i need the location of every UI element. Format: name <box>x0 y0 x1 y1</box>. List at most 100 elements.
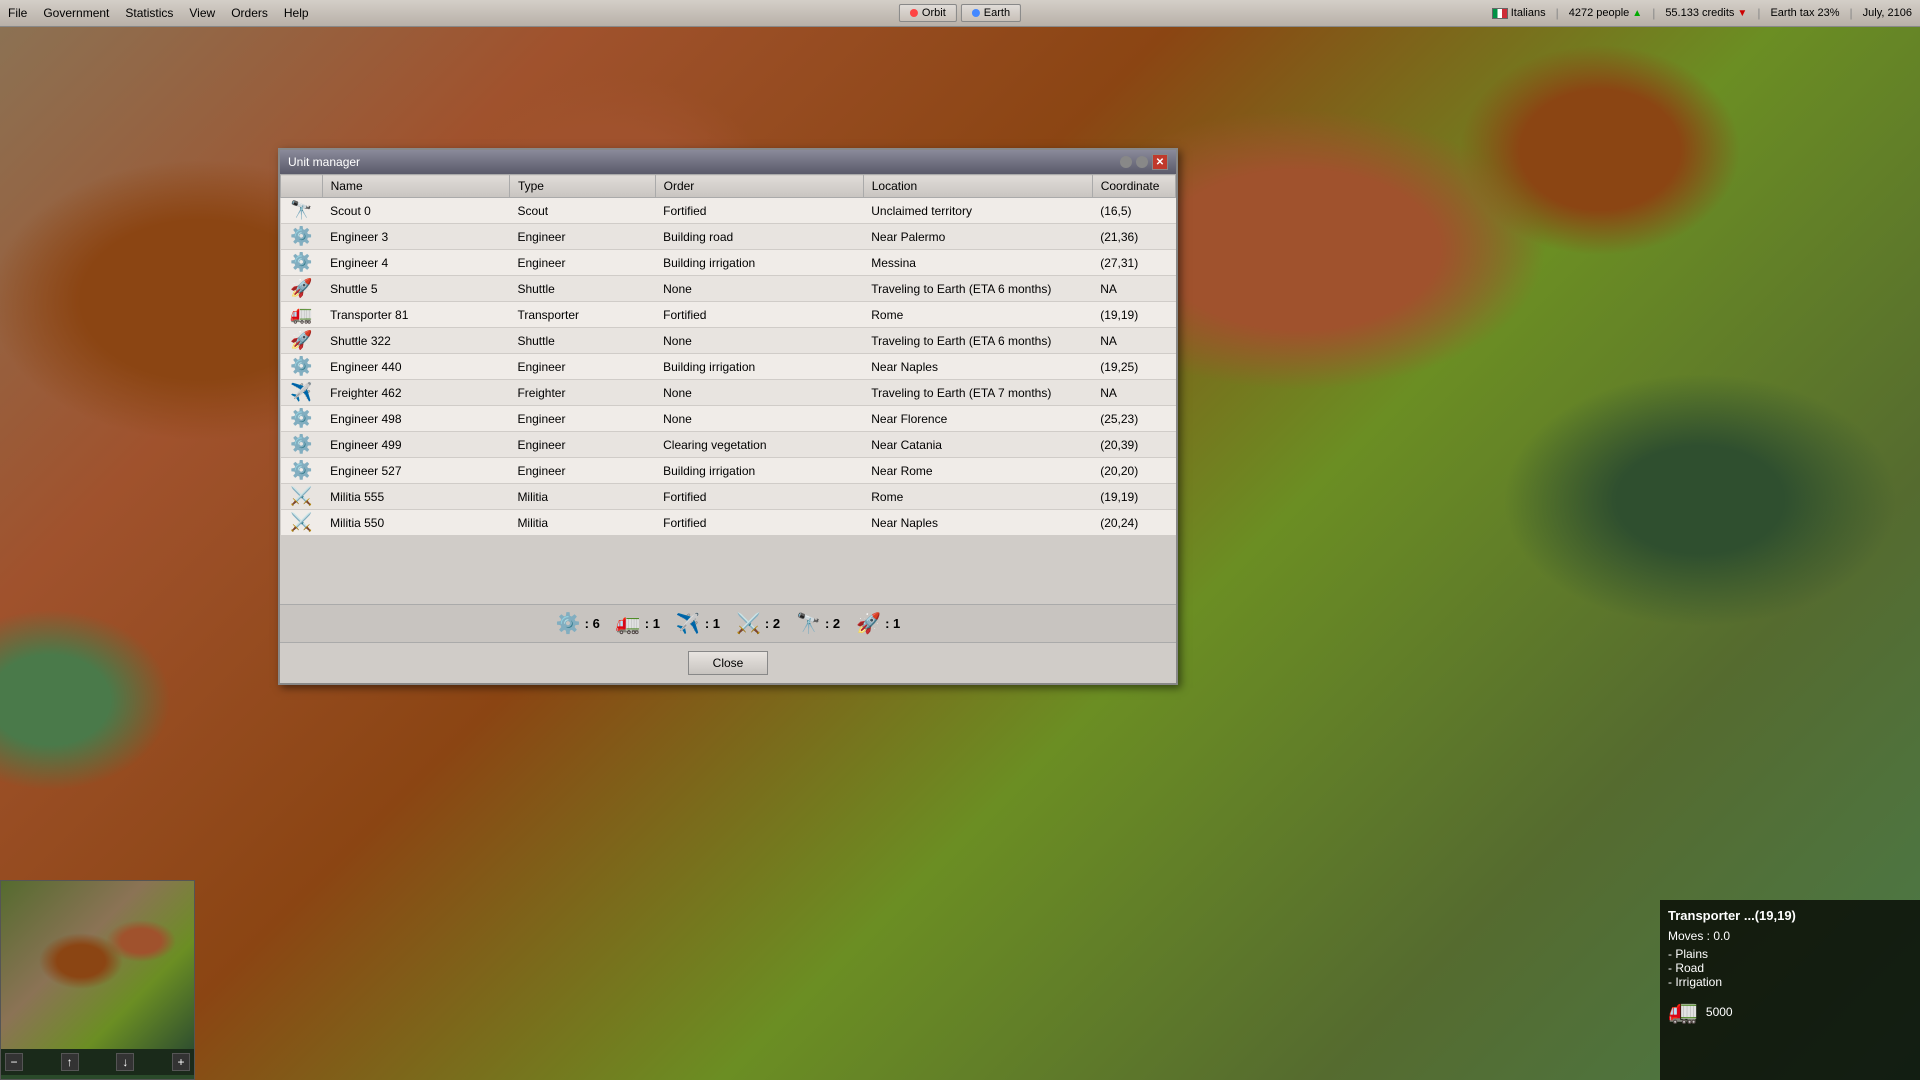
unit-icon-cell: ✈️ <box>281 380 323 406</box>
table-row[interactable]: ⚙️ Engineer 4 Engineer Building irrigati… <box>281 250 1176 276</box>
col-coordinate[interactable]: Coordinate <box>1092 175 1175 198</box>
unit-coord: (21,36) <box>1092 224 1175 250</box>
table-row[interactable]: ⚔️ Militia 550 Militia Fortified Near Na… <box>281 510 1176 536</box>
table-row[interactable]: ⚙️ Engineer 527 Engineer Building irriga… <box>281 458 1176 484</box>
orbit-icon <box>910 9 918 17</box>
unit-name: Militia 555 <box>322 484 509 510</box>
unit-order: None <box>655 276 863 302</box>
earth-icon <box>972 9 980 17</box>
unit-location: Traveling to Earth (ETA 6 months) <box>863 328 1092 354</box>
menu-file[interactable]: File <box>0 3 35 23</box>
unit-type: Scout <box>509 198 655 224</box>
terrain-road: - Road <box>1668 961 1912 975</box>
menu-orders[interactable]: Orders <box>223 3 276 23</box>
table-row[interactable]: 🚀 Shuttle 322 Shuttle None Traveling to … <box>281 328 1176 354</box>
close-dialog-button[interactable]: ✕ <box>1152 154 1168 170</box>
unit-name: Engineer 498 <box>322 406 509 432</box>
unit-type: Engineer <box>509 406 655 432</box>
unit-type: Engineer <box>509 432 655 458</box>
unit-icon: ⚔️ <box>290 486 312 506</box>
unit-type: Militia <box>509 484 655 510</box>
moves-label: Moves : <box>1668 929 1710 943</box>
menu-government[interactable]: Government <box>35 3 117 23</box>
unit-order: Building irrigation <box>655 458 863 484</box>
unit-location: Unclaimed territory <box>863 198 1092 224</box>
table-row[interactable]: ✈️ Freighter 462 Freighter None Travelin… <box>281 380 1176 406</box>
date-value: July, 2106 <box>1863 7 1912 19</box>
unit-location: Near Rome <box>863 458 1092 484</box>
unit-name: Militia 550 <box>322 510 509 536</box>
unit-icon: ⚙️ <box>290 356 312 376</box>
unit-moves: Moves : 0.0 <box>1668 929 1912 943</box>
summary-count: : 6 <box>585 616 600 631</box>
menu-view[interactable]: View <box>181 3 223 23</box>
unit-name: Engineer 3 <box>322 224 509 250</box>
unit-order: Fortified <box>655 484 863 510</box>
menu-statistics[interactable]: Statistics <box>117 3 181 23</box>
nation-label: Italians <box>1511 7 1546 19</box>
unit-coord: (19,19) <box>1092 302 1175 328</box>
unit-icon-cell: ⚙️ <box>281 458 323 484</box>
col-order[interactable]: Order <box>655 175 863 198</box>
close-button[interactable]: Close <box>688 651 769 675</box>
population-trend-icon: ▲ <box>1632 8 1642 19</box>
table-row[interactable]: ⚙️ Engineer 498 Engineer None Near Flore… <box>281 406 1176 432</box>
credits-trend-icon: ▼ <box>1737 8 1747 19</box>
status-bar: Italians | 4272 people ▲ | 55.133 credit… <box>1492 0 1920 26</box>
table-row[interactable]: 🔭 Scout 0 Scout Fortified Unclaimed terr… <box>281 198 1176 224</box>
unit-location: Near Naples <box>863 510 1092 536</box>
minimap-zoom-out[interactable]: − <box>5 1053 23 1071</box>
unit-coord: (19,25) <box>1092 354 1175 380</box>
moves-value: 0.0 <box>1713 929 1730 943</box>
minimize-icon[interactable] <box>1120 156 1132 168</box>
unit-name: Engineer 499 <box>322 432 509 458</box>
italian-flag-icon <box>1492 8 1508 19</box>
unit-location: Traveling to Earth (ETA 7 months) <box>863 380 1092 406</box>
unit-coord: (20,39) <box>1092 432 1175 458</box>
minimap-scroll-down[interactable]: ↓ <box>116 1053 134 1071</box>
table-row[interactable]: 🚛 Transporter 81 Transporter Fortified R… <box>281 302 1176 328</box>
table-row[interactable]: 🚀 Shuttle 5 Shuttle None Traveling to Ea… <box>281 276 1176 302</box>
unit-order: None <box>655 328 863 354</box>
nation-status: Italians <box>1492 7 1546 19</box>
unit-location: Near Naples <box>863 354 1092 380</box>
unit-icon-cell: ⚔️ <box>281 484 323 510</box>
unit-manager-titlebar: Unit manager ✕ <box>280 150 1176 174</box>
minimap-controls: − ↑ ↓ + <box>1 1049 194 1075</box>
unit-coord: (20,24) <box>1092 510 1175 536</box>
col-location[interactable]: Location <box>863 175 1092 198</box>
unit-icon: ⚙️ <box>290 252 312 272</box>
summary-icon: ✈️ <box>676 611 701 636</box>
col-name[interactable]: Name <box>322 175 509 198</box>
earth-label: Earth <box>984 7 1010 19</box>
unit-location: Near Catania <box>863 432 1092 458</box>
minimap: − ↑ ↓ + <box>0 880 195 1080</box>
unit-coord: (25,23) <box>1092 406 1175 432</box>
earth-button[interactable]: Earth <box>961 4 1021 22</box>
minimap-scroll-up[interactable]: ↑ <box>61 1053 79 1071</box>
table-row[interactable]: ⚙️ Engineer 440 Engineer Building irriga… <box>281 354 1176 380</box>
col-type[interactable]: Type <box>509 175 655 198</box>
minimap-zoom-in[interactable]: + <box>172 1053 190 1071</box>
unit-icon-cell: ⚙️ <box>281 224 323 250</box>
unit-icon-cell: 🚀 <box>281 276 323 302</box>
unit-icon-cell: ⚔️ <box>281 510 323 536</box>
unit-icon-cell: ⚙️ <box>281 354 323 380</box>
orbit-label: Orbit <box>922 7 946 19</box>
maximize-icon[interactable] <box>1136 156 1148 168</box>
summary-item: 🚀 : 1 <box>856 611 900 636</box>
unit-location: Rome <box>863 484 1092 510</box>
unit-icon: ⚙️ <box>290 434 312 454</box>
table-row[interactable]: ⚙️ Engineer 3 Engineer Building road Nea… <box>281 224 1176 250</box>
orbit-button[interactable]: Orbit <box>899 4 957 22</box>
table-row[interactable]: ⚙️ Engineer 499 Engineer Clearing vegeta… <box>281 432 1176 458</box>
table-row[interactable]: ⚔️ Militia 555 Militia Fortified Rome (1… <box>281 484 1176 510</box>
summary-icon: 🔭 <box>796 611 821 636</box>
credits-value: 55.133 credits <box>1665 7 1734 19</box>
unit-detail-icon: 🚛 <box>1668 997 1698 1026</box>
unit-table-container[interactable]: Name Type Order Location Coordinate 🔭 Sc… <box>280 174 1176 604</box>
menu-help[interactable]: Help <box>276 3 317 23</box>
unit-type: Engineer <box>509 354 655 380</box>
credits-status: 55.133 credits ▼ <box>1665 7 1747 19</box>
summary-icon: ⚙️ <box>556 611 581 636</box>
